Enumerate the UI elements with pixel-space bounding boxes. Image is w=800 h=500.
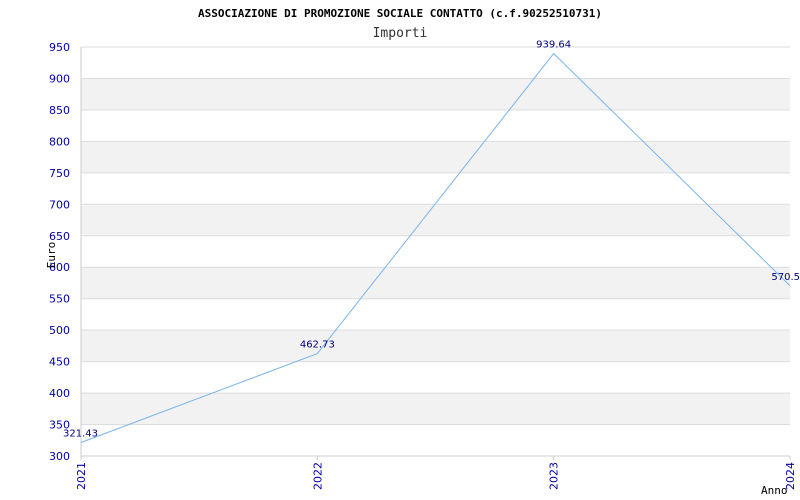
grid-band [81, 424, 790, 456]
chart-title: ASSOCIAZIONE DI PROMOZIONE SOCIALE CONTA… [198, 7, 602, 20]
x-axis-label: Anno [761, 484, 788, 497]
grid-band [81, 47, 790, 79]
grid-band [81, 109, 790, 142]
grid-band [81, 267, 790, 299]
grid-band [81, 172, 790, 205]
grid-band [81, 393, 790, 425]
y-tick-label: 500 [49, 324, 70, 337]
y-tick-label: 800 [49, 135, 70, 148]
grid-band [81, 330, 790, 362]
x-tick-label: 2023 [548, 462, 561, 490]
y-tick-label: 400 [49, 387, 70, 400]
y-tick-label: 900 [49, 72, 70, 85]
grid-band [81, 204, 790, 236]
y-tick-label: 450 [49, 356, 70, 369]
data-label: 570.5 [771, 272, 800, 283]
data-label: 321.43 [63, 429, 98, 440]
data-label: 939.64 [536, 40, 571, 51]
chart-subtitle: Importi [373, 26, 428, 41]
grid-band [81, 235, 790, 268]
grid-band [81, 361, 790, 394]
y-tick-label: 700 [49, 198, 70, 211]
grid-band [81, 298, 790, 331]
y-tick-label: 950 [49, 41, 70, 54]
x-tick-labels: 2021 2022 2023 2024 [75, 456, 797, 490]
y-tick-label: 550 [49, 293, 70, 306]
y-tick-label: 300 [49, 450, 70, 463]
grid-band [81, 78, 790, 110]
y-tick-label: 650 [49, 230, 70, 243]
x-tick-label: 2021 [75, 462, 88, 490]
data-label: 462.73 [300, 340, 335, 351]
x-tick-label: 2022 [311, 462, 324, 490]
line-chart: 3003504004505005506006507007508008509009… [45, 7, 800, 497]
grid-band [81, 141, 790, 173]
y-axis-label: Euro [45, 242, 58, 269]
y-tick-label: 850 [49, 104, 70, 117]
y-tick-label: 750 [49, 167, 70, 180]
grid-bands [81, 47, 790, 456]
